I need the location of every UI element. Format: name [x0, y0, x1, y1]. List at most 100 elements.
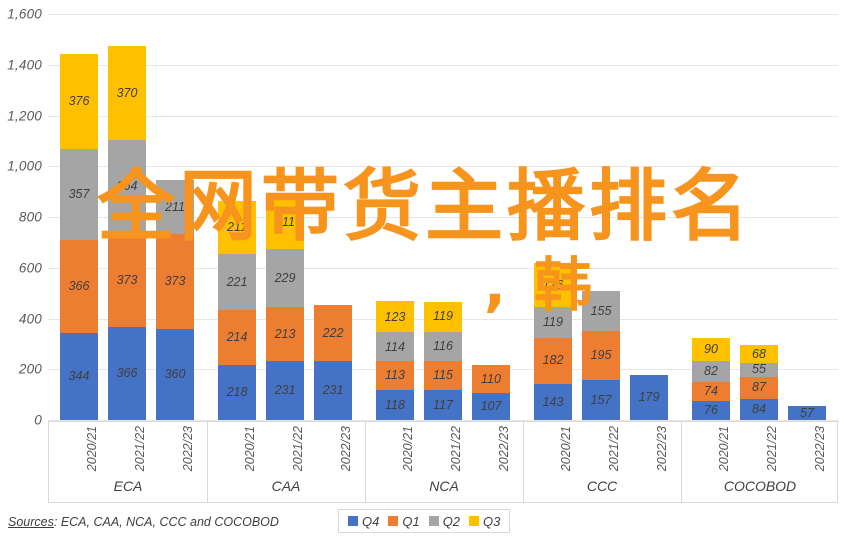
legend-item-q2[interactable]: Q2: [428, 514, 460, 529]
bar-segment-q2[interactable]: 364: [108, 140, 146, 233]
bar-segment-q3[interactable]: 123: [376, 301, 414, 333]
bar-segment-q2[interactable]: 116: [424, 331, 462, 362]
stacked-bar[interactable]: 123 114 113 118: [376, 301, 414, 420]
y-axis-tick-label: 1,200: [7, 108, 42, 123]
legend-item-q3[interactable]: Q3: [469, 514, 500, 529]
bar-segment-q1[interactable]: 366: [60, 239, 98, 333]
y-axis-tick-label: 600: [18, 260, 42, 276]
bar-segment-q1[interactable]: 87: [740, 376, 778, 399]
bar-segment-q3[interactable]: 90: [692, 338, 730, 362]
y-axis-tick-label: 400: [18, 311, 42, 326]
bar-segment-q4[interactable]: 118: [376, 390, 414, 420]
x-axis-tick-label: 2022/23: [813, 426, 827, 472]
y-axis-tick-label: 1,000: [7, 158, 42, 174]
stacked-bar[interactable]: 57: [788, 405, 826, 420]
bar-segment-q4[interactable]: 157: [582, 380, 620, 420]
stacked-bar[interactable]: 211 221 214 218: [218, 200, 256, 420]
bar-segment-q1[interactable]: 110: [472, 364, 510, 393]
bar-segment-q2[interactable]: 155: [582, 291, 620, 331]
bar-segment-q3[interactable]: 176: [534, 262, 572, 308]
bar-segment-q4[interactable]: 366: [108, 327, 146, 420]
bar-segment-q3[interactable]: 211: [266, 195, 304, 250]
chart-legend: Q4 Q1 Q2 Q3: [338, 509, 511, 533]
source-text: ECA, CAA, NCA, CCC and COCOBOD: [60, 515, 279, 529]
x-axis-group-label: ECA: [113, 478, 143, 494]
plot-area: 376 357 366 344 370 364 373 366 211 373 360 211 221 2…: [48, 14, 838, 421]
stacked-bar[interactable]: 176 119 182 143: [534, 262, 572, 420]
axis-group-separator: [365, 422, 366, 502]
stacked-bar[interactable]: 370 364 373 366: [108, 46, 146, 420]
bar-group: 90 82 74 76 68 55 87 84 57: [680, 14, 838, 420]
legend-item-q1[interactable]: Q1: [388, 514, 420, 529]
bar-segment-q2[interactable]: 55: [740, 362, 778, 377]
bar-segment-q1[interactable]: 373: [156, 234, 194, 329]
legend-swatch-icon: [469, 516, 480, 526]
bar-segment-q2[interactable]: 357: [60, 149, 98, 240]
bar-segment-q3[interactable]: 211: [218, 200, 256, 255]
x-axis-group-label: CCC: [586, 478, 618, 494]
source-note: Sources: ECA, CAA, NCA, CCC and COCOBOD: [8, 515, 279, 529]
axis-group-separator: [207, 422, 208, 502]
bar-segment-q4[interactable]: 179: [630, 374, 668, 420]
bar-segment-q2[interactable]: 211: [156, 180, 194, 234]
x-axis-tick-label: 2021/22: [607, 426, 621, 472]
stacked-bar[interactable]: 179: [630, 374, 668, 420]
bar-segment-q1[interactable]: 222: [314, 305, 352, 362]
bar-segment-q1[interactable]: 74: [692, 381, 730, 401]
bar-segment-q1[interactable]: 373: [108, 232, 146, 328]
stacked-bar[interactable]: 119 116 115 117: [424, 301, 462, 421]
x-axis-tick-label: 2022/23: [497, 426, 511, 472]
bar-segment-q1[interactable]: 213: [266, 307, 304, 362]
bar-group: 376 357 366 344 370 364 373 366 211 373 360: [48, 14, 206, 420]
x-axis-tick-label: 2021/22: [449, 426, 463, 472]
bar-segment-q4[interactable]: 231: [314, 361, 352, 420]
legend-label: Q4: [362, 513, 380, 529]
bar-segment-q2[interactable]: 229: [266, 249, 304, 308]
bar-segment-q3[interactable]: 376: [60, 53, 98, 150]
x-axis-tick-label: 2020/21: [559, 426, 573, 472]
axis-group-separator: [523, 422, 524, 502]
bar-segment-q1[interactable]: 195: [582, 330, 620, 381]
bar-segment-q4[interactable]: 117: [424, 390, 462, 420]
stacked-bar[interactable]: 211 229 213 231: [266, 195, 304, 420]
bar-segment-q4[interactable]: 360: [156, 328, 194, 420]
stacked-bar[interactable]: 155 195 157: [582, 291, 620, 420]
stacked-bar[interactable]: 68 55 87 84: [740, 345, 778, 420]
bar-segment-q2[interactable]: 221: [218, 254, 256, 311]
stacked-bar[interactable]: 211 373 360: [156, 180, 194, 420]
bar-group: 176 119 182 143 155 195 157 179: [522, 14, 680, 420]
y-axis-tick-label: 0: [34, 412, 42, 428]
bar-segment-q3[interactable]: 68: [740, 345, 778, 363]
stacked-bar[interactable]: 222 231: [314, 305, 352, 420]
legend-swatch-icon: [428, 516, 439, 526]
bar-segment-q2[interactable]: 82: [692, 361, 730, 382]
bar-segment-q4[interactable]: 107: [472, 392, 510, 420]
bar-segment-q4[interactable]: 231: [266, 361, 304, 420]
stacked-bar[interactable]: 110 107: [472, 364, 510, 420]
x-axis-tick-label: 2022/23: [339, 426, 353, 472]
stacked-bar[interactable]: 90 82 74 76: [692, 338, 730, 420]
y-axis-tick-label: 200: [18, 361, 42, 377]
bar-segment-q1[interactable]: 182: [534, 337, 572, 384]
bar-segment-q1[interactable]: 113: [376, 361, 414, 391]
bar-segment-q1[interactable]: 115: [424, 361, 462, 391]
bar-segment-q2[interactable]: 119: [534, 307, 572, 338]
x-axis-group-label: COCOBOD: [723, 478, 797, 494]
stacked-bar[interactable]: 376 357 366 344: [60, 53, 98, 420]
bar-segment-q4[interactable]: 218: [218, 364, 256, 420]
bar-segment-q4[interactable]: 84: [740, 398, 778, 420]
bar-segment-q4[interactable]: 57: [788, 405, 826, 420]
x-axis-area: 2020/21 2021/22 2022/23 ECA 2020/21 2021/22 20…: [48, 421, 838, 503]
bar-segment-q4[interactable]: 344: [60, 332, 98, 420]
x-axis-tick-label: 2021/22: [765, 426, 779, 472]
y-axis-tick-label: 1,400: [7, 57, 42, 73]
legend-item-q4[interactable]: Q4: [348, 514, 379, 529]
bar-segment-q3[interactable]: 370: [108, 46, 146, 141]
source-separator: :: [53, 515, 61, 529]
bar-segment-q4[interactable]: 76: [692, 400, 730, 420]
bar-group: 123 114 113 118 119 116 115 117 110 107: [364, 14, 522, 420]
bar-segment-q1[interactable]: 214: [218, 310, 256, 365]
bar-segment-q3[interactable]: 119: [424, 301, 462, 332]
bar-segment-q4[interactable]: 143: [534, 383, 572, 420]
bar-segment-q2[interactable]: 114: [376, 332, 414, 362]
